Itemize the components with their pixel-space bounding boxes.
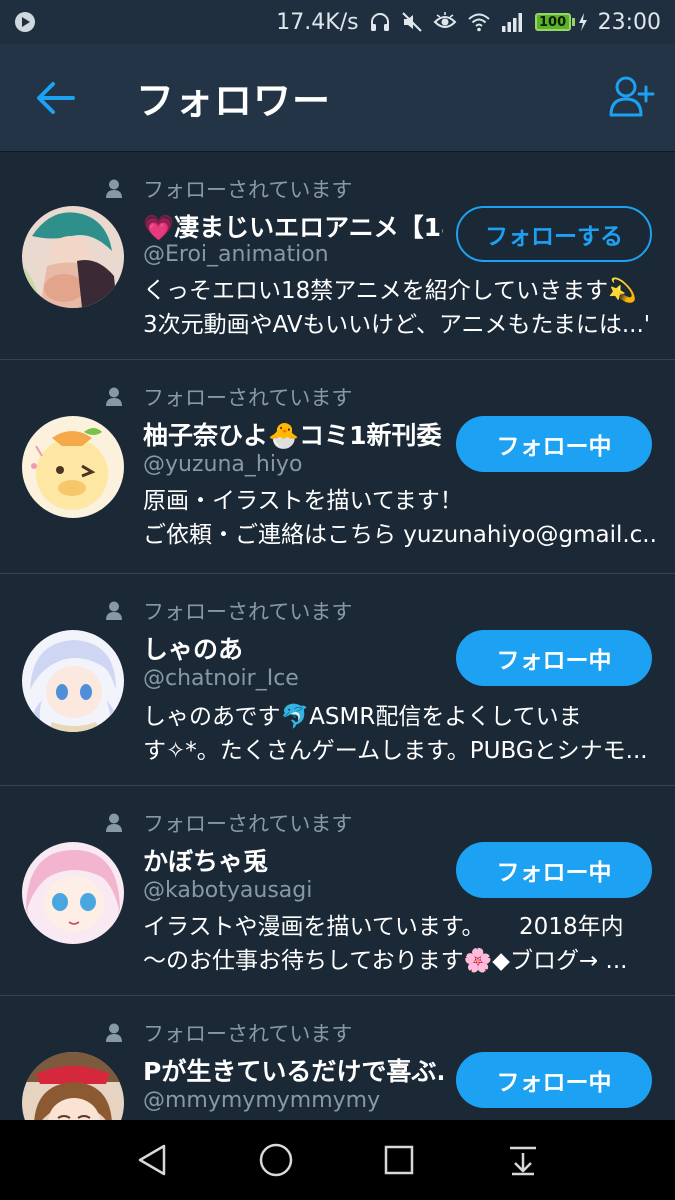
add-user-button[interactable]: [607, 72, 657, 122]
follow-context: フォローされています: [143, 812, 353, 836]
followers-screen: 17.4K/s 100 23:00 フォロワー フォローされています 💗凄まじい…: [0, 0, 675, 1200]
avatar[interactable]: [22, 206, 124, 308]
add-user-icon: [609, 76, 655, 117]
following-button[interactable]: フォロー中: [456, 1052, 652, 1108]
list-item[interactable]: フォローされています Pが生きているだけで喜ぶ... @mmymymymmymy…: [0, 996, 675, 1120]
follow-context: フォローされています: [143, 178, 353, 202]
follow-context: フォローされています: [143, 600, 353, 624]
user-bio: 原画・イラストを描いてます！ ご依頼・ご連絡はこちら yuzunahiyo@gm…: [143, 488, 655, 548]
user-bio: しゃのあです🐬ASMR配信をよくしていま す✧*。たくさんゲームします。PUBG…: [143, 704, 648, 764]
list-item[interactable]: フォローされています 柚子奈ひよ🐣コミ1新刊委... @yuzuna_hiyo: [0, 360, 675, 574]
avatar[interactable]: [22, 630, 124, 732]
display-name: Pが生きているだけで喜ぶ...: [143, 1057, 443, 1086]
wifi-icon: [467, 11, 491, 33]
avatar[interactable]: [22, 842, 124, 944]
mute-icon: [401, 11, 423, 33]
following-button[interactable]: フォロー中: [456, 630, 652, 686]
follow-button[interactable]: フォローする: [456, 206, 652, 262]
back-button[interactable]: [0, 44, 110, 152]
person-icon: [106, 1023, 122, 1042]
list-item[interactable]: フォローされています かぼちゃ兎 @kabotyausagi イラストや漫画を描…: [0, 786, 675, 996]
user-handle: @chatnoir_Ice: [143, 666, 299, 691]
arrow-left-icon: [37, 81, 75, 114]
battery-level: 100: [534, 13, 571, 31]
follow-context: フォローされています: [143, 1022, 353, 1046]
display-name: しゃのあ: [143, 635, 244, 664]
display-name: 柚子奈ひよ🐣コミ1新刊委...: [143, 421, 443, 450]
system-nav-bar: [0, 1120, 675, 1200]
user-handle: @yuzuna_hiyo: [143, 452, 303, 477]
notification-pull-icon: [510, 1146, 537, 1176]
following-button[interactable]: フォロー中: [456, 842, 652, 898]
network-speed: 17.4K/s: [276, 9, 359, 35]
user-handle: @kabotyausagi: [143, 878, 313, 903]
follow-context: フォローされています: [143, 386, 353, 410]
user-handle: @mmymymymmymy: [143, 1088, 381, 1113]
status-bar: 17.4K/s 100 23:00: [0, 0, 675, 44]
user-handle: @Eroi_animation: [143, 242, 329, 267]
eye-icon: [433, 11, 457, 33]
list-item[interactable]: フォローされています しゃのあ @chatnoir_Ice しゃのあです🐬ASM…: [0, 574, 675, 786]
avatar[interactable]: [22, 1052, 124, 1120]
person-icon: [106, 387, 122, 406]
recents-square-icon: [385, 1145, 414, 1175]
user-bio: イラストや漫画を描いています。 2018年内 〜のお仕事お待ちしております🌸◆ブ…: [143, 914, 628, 974]
battery-indicator: 100: [534, 13, 588, 31]
avatar[interactable]: [22, 416, 124, 518]
person-icon: [106, 179, 122, 198]
display-name: かぼちゃ兎: [143, 847, 269, 876]
list-item[interactable]: フォローされています 💗凄まじいエロアニメ【18... @Eroi_animat…: [0, 152, 675, 360]
person-icon: [106, 813, 122, 832]
clock: 23:00: [597, 9, 661, 35]
display-name: 💗凄まじいエロアニメ【18...: [143, 213, 443, 242]
followers-list: フォローされています 💗凄まじいエロアニメ【18... @Eroi_animat…: [0, 152, 675, 1120]
play-icon: [14, 11, 36, 33]
person-icon: [106, 601, 122, 620]
back-triangle-icon: [138, 1144, 166, 1176]
nav-notification-button[interactable]: [493, 1130, 553, 1190]
nav-back-button[interactable]: [122, 1130, 182, 1190]
headphones-icon: [369, 11, 391, 33]
home-circle-icon: [259, 1143, 292, 1177]
user-bio: くっそエロい18禁アニメを紹介していきます💫 3次元動画やAVもいいけど、アニメ…: [143, 278, 651, 338]
charging-icon: [578, 13, 587, 31]
signal-icon: [501, 11, 525, 33]
page-title: フォロワー: [136, 79, 332, 123]
app-header: フォロワー: [0, 44, 675, 152]
nav-home-button[interactable]: [246, 1130, 306, 1190]
nav-recents-button[interactable]: [369, 1130, 429, 1190]
following-button[interactable]: フォロー中: [456, 416, 652, 472]
